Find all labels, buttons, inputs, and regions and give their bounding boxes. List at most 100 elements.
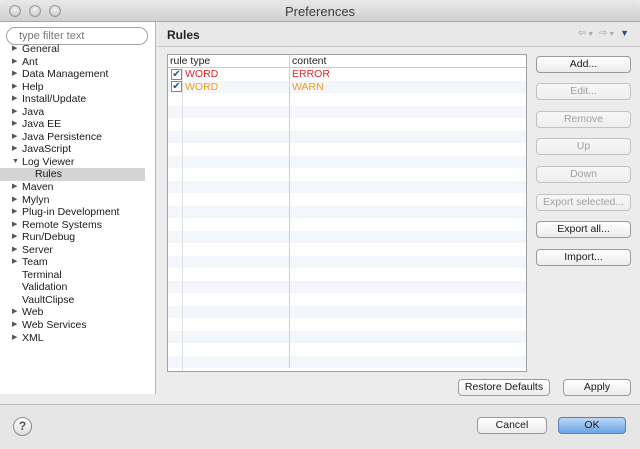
rule-type-cell: WORD bbox=[185, 68, 219, 81]
tree-item[interactable]: ▶ Mylyn bbox=[0, 194, 155, 207]
import-button[interactable]: Import... bbox=[536, 249, 631, 266]
view-menu-icon[interactable]: ▼ bbox=[620, 28, 630, 38]
table-row bbox=[168, 280, 526, 293]
back-arrow-icon[interactable]: ⇦ bbox=[578, 28, 587, 39]
table-row bbox=[168, 343, 526, 356]
forward-dropdown-icon[interactable]: ▼ bbox=[608, 31, 616, 38]
table-row bbox=[168, 268, 526, 281]
column-header-rule-type[interactable]: rule type bbox=[168, 55, 290, 67]
up-button[interactable]: Up bbox=[536, 138, 631, 155]
tree-item-label: Server bbox=[22, 243, 53, 256]
expand-arrow-icon[interactable]: ▶ bbox=[12, 256, 22, 269]
tree-item[interactable]: ▶ Run/Debug bbox=[0, 231, 155, 244]
expand-arrow-icon[interactable]: ▶ bbox=[12, 131, 22, 144]
table-row bbox=[168, 218, 526, 231]
tree-item[interactable]: ▶ Ant bbox=[0, 56, 155, 69]
tree-item[interactable]: ▶ Install/Update bbox=[0, 93, 155, 106]
table-row bbox=[168, 330, 526, 343]
table-row bbox=[168, 255, 526, 268]
expand-arrow-icon[interactable]: ▶ bbox=[12, 56, 22, 69]
tree-item-label: Java bbox=[22, 105, 45, 118]
tree-item[interactable]: ▶ General bbox=[0, 43, 155, 56]
expand-arrow-icon[interactable]: ▶ bbox=[12, 68, 22, 81]
table-row bbox=[168, 318, 526, 331]
expand-arrow-icon[interactable]: ▶ bbox=[12, 332, 22, 345]
table-row[interactable]: ✔ WORD ERROR bbox=[168, 68, 526, 81]
tree-item-label: Validation bbox=[22, 281, 68, 294]
collapse-arrow-icon[interactable]: ▼ bbox=[12, 156, 22, 169]
column-header-content[interactable]: content bbox=[290, 55, 326, 67]
expand-arrow-icon[interactable]: ▶ bbox=[12, 106, 22, 119]
expand-arrow-icon[interactable]: ▶ bbox=[12, 306, 22, 319]
expand-arrow-icon[interactable]: ▶ bbox=[12, 143, 22, 156]
preferences-sidebar: ▶General▶Ant▶Data Management▶Help▶Instal… bbox=[0, 22, 156, 394]
tree-item[interactable]: ▶ Java EE bbox=[0, 118, 155, 131]
expand-arrow-icon[interactable]: ▶ bbox=[12, 231, 22, 244]
expand-arrow-icon[interactable]: ▶ bbox=[12, 194, 22, 207]
table-row bbox=[168, 230, 526, 243]
restore-defaults-button[interactable]: Restore Defaults bbox=[458, 379, 550, 396]
tree-item[interactable]: ▶ Team bbox=[0, 256, 155, 269]
forward-arrow-icon[interactable]: ⇨ bbox=[599, 28, 608, 39]
tree-item[interactable]: ▶ Web Services bbox=[0, 319, 155, 332]
expand-arrow-icon[interactable]: ▶ bbox=[12, 81, 22, 94]
apply-button[interactable]: Apply bbox=[563, 379, 631, 396]
tree-item[interactable]: ▶ Java Persistence bbox=[0, 131, 155, 144]
tree-item-label: Maven bbox=[22, 181, 54, 194]
tree-item-label: Help bbox=[22, 80, 44, 93]
remove-button[interactable]: Remove bbox=[536, 111, 631, 128]
expand-arrow-icon[interactable]: ▶ bbox=[12, 43, 22, 56]
rules-table[interactable]: rule type content ✔ WORD ERROR ✔ WORD WARN bbox=[167, 54, 527, 372]
tree-item-label: VaultClipse bbox=[22, 293, 75, 306]
rule-enabled-checkbox[interactable]: ✔ bbox=[171, 81, 182, 93]
tree-item[interactable]: ▶ JavaScript bbox=[0, 143, 155, 156]
expand-arrow-icon[interactable]: ▶ bbox=[12, 219, 22, 232]
tree-item[interactable]: ▶ Server bbox=[0, 244, 155, 257]
tree-item[interactable]: Rules bbox=[0, 168, 145, 182]
title-bar: Preferences bbox=[0, 0, 640, 22]
tree-item-label: Log Viewer bbox=[22, 155, 75, 168]
table-row bbox=[168, 143, 526, 156]
tree-item[interactable]: ▶ Help bbox=[0, 81, 155, 94]
cancel-button[interactable]: Cancel bbox=[477, 417, 547, 434]
tree-item[interactable]: ▼ Log Viewer bbox=[0, 156, 155, 169]
edit-button[interactable]: Edit... bbox=[536, 83, 631, 100]
tree-item[interactable]: ▶ Maven bbox=[0, 181, 155, 194]
tree-item[interactable]: ▶ Web bbox=[0, 306, 155, 319]
tree-item-label: Terminal bbox=[22, 268, 62, 281]
help-icon[interactable]: ? bbox=[13, 417, 32, 436]
tree-item[interactable]: ▶ Java bbox=[0, 106, 155, 119]
expand-arrow-icon[interactable]: ▶ bbox=[12, 118, 22, 131]
tree-item[interactable]: ▶ Plug-in Development bbox=[0, 206, 155, 219]
export-all-button[interactable]: Export all... bbox=[536, 221, 631, 238]
table-row[interactable]: ✔ WORD WARN bbox=[168, 80, 526, 93]
table-row bbox=[168, 130, 526, 143]
tree-item[interactable]: VaultClipse bbox=[0, 294, 155, 307]
expand-arrow-icon[interactable]: ▶ bbox=[12, 93, 22, 106]
table-row bbox=[168, 355, 526, 368]
down-button[interactable]: Down bbox=[536, 166, 631, 183]
table-row bbox=[168, 180, 526, 193]
expand-arrow-icon[interactable]: ▶ bbox=[12, 181, 22, 194]
expand-arrow-icon[interactable]: ▶ bbox=[12, 244, 22, 257]
check-column-divider bbox=[182, 68, 183, 371]
tree-item[interactable]: ▶ XML bbox=[0, 332, 155, 345]
add-button[interactable]: Add... bbox=[536, 56, 631, 73]
tree-item[interactable]: Validation bbox=[0, 281, 155, 294]
back-dropdown-icon[interactable]: ▼ bbox=[587, 31, 595, 38]
tree-item-label: Java Persistence bbox=[22, 130, 102, 143]
tree-item[interactable]: Terminal bbox=[0, 269, 155, 282]
tree-item[interactable]: ▶ Remote Systems bbox=[0, 219, 155, 232]
preferences-tree: ▶ General ▶ Ant ▶ Data Management ▶ Help ▶ Instal… bbox=[0, 43, 155, 344]
rule-enabled-checkbox[interactable]: ✔ bbox=[171, 68, 182, 80]
expand-arrow-icon[interactable]: ▶ bbox=[12, 319, 22, 332]
tree-item-label: General bbox=[22, 43, 60, 55]
table-row bbox=[168, 118, 526, 131]
export-selected-button[interactable]: Export selected... bbox=[536, 194, 631, 211]
rule-type-cell: WORD bbox=[185, 80, 219, 93]
table-row bbox=[168, 205, 526, 218]
tree-item-label: Web bbox=[22, 306, 44, 319]
ok-button[interactable]: OK bbox=[558, 417, 626, 434]
tree-item[interactable]: ▶ Data Management bbox=[0, 68, 155, 81]
expand-arrow-icon[interactable]: ▶ bbox=[12, 206, 22, 219]
